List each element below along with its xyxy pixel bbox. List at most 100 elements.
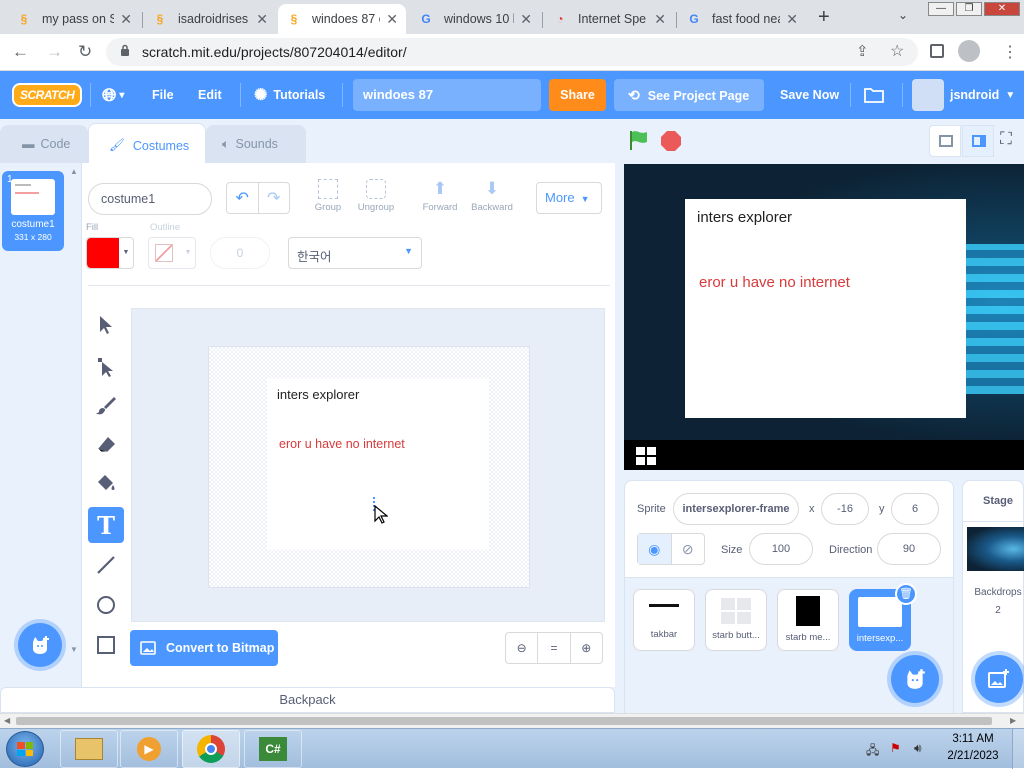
reload-icon[interactable]: ↻ [78, 42, 92, 62]
rectangle-tool[interactable] [88, 627, 124, 663]
sprite-tile[interactable]: takbar [633, 589, 695, 651]
scroll-up-arrow-icon[interactable]: ▲ [70, 167, 78, 176]
small-stage-icon[interactable] [929, 125, 961, 157]
browser-tab[interactable]: G windows 10 l ✕ [410, 4, 540, 34]
redo-icon[interactable]: ↷ [259, 183, 290, 213]
forward-button[interactable]: ⬆ Forward [418, 179, 462, 213]
scroll-left-arrow-icon[interactable]: ◀ [4, 716, 10, 725]
close-window-icon[interactable]: ✕ [984, 2, 1020, 16]
outline-width-input[interactable]: 0 [210, 237, 270, 269]
close-tab-icon[interactable]: ✕ [654, 11, 666, 28]
share-page-icon[interactable]: ⇪ [856, 42, 869, 60]
convert-to-bitmap-button[interactable]: Convert to Bitmap [130, 630, 278, 666]
account-menu[interactable]: jsndroid ▼ [912, 71, 1015, 119]
start-button-windows-icon[interactable] [6, 731, 44, 767]
see-project-page-button[interactable]: ⟲ See Project Page [614, 79, 764, 111]
undo-icon[interactable]: ↶ [227, 183, 259, 213]
paint-canvas-area[interactable]: inters explorer eror u have no internet [131, 308, 605, 622]
sprite-y-input[interactable]: 6 [891, 493, 939, 525]
file-menu[interactable]: File [152, 71, 174, 119]
clock-time[interactable]: 3:11 AM [940, 733, 1006, 745]
font-select[interactable]: 한국어 ▼ [288, 237, 422, 269]
more-menu-button[interactable]: More ▼ [536, 182, 602, 214]
horizontal-scrollbar[interactable]: ◀ ▶ [0, 713, 1024, 728]
tab-costumes[interactable]: 🖌︎ Costumes [88, 123, 206, 167]
zoom-reset-icon[interactable]: = [538, 633, 571, 663]
scroll-down-arrow-icon[interactable]: ▼ [70, 645, 78, 654]
restore-icon[interactable]: ❐ [956, 2, 982, 16]
browser-tab[interactable]: ◔ Internet Spe ✕ [544, 4, 674, 34]
stage-view[interactable]: inters explorer eror u have no internet [624, 164, 1024, 470]
fullscreen-icon[interactable]: ⛶ [1000, 129, 1012, 149]
scrollbar-thumb[interactable] [16, 717, 992, 725]
minimize-icon[interactable]: — [928, 2, 954, 16]
my-stuff-folder-icon[interactable] [864, 71, 884, 119]
share-button[interactable]: Share [549, 79, 606, 111]
sprite-tile[interactable]: starb butt... [705, 589, 767, 651]
side-panel-icon[interactable] [930, 44, 944, 58]
close-tab-icon[interactable]: ✕ [120, 11, 132, 28]
sprite-size-input[interactable]: 100 [749, 533, 813, 565]
forward-arrow-icon[interactable]: → [46, 42, 63, 62]
zoom-in-icon[interactable]: ⊕ [571, 633, 602, 663]
profile-avatar-icon[interactable] [958, 40, 980, 62]
choose-sprite-button[interactable] [891, 655, 939, 703]
tutorials-button[interactable]: ✺ Tutorials [254, 71, 325, 119]
stage-selector-panel[interactable]: Stage Backdrops 2 [962, 480, 1024, 713]
browser-tab[interactable]: § isadroidrises ✕ [144, 4, 276, 34]
normal-stage-icon[interactable] [962, 125, 994, 157]
tab-sounds[interactable]: 🔈︎ Sounds [206, 125, 306, 163]
backpack-header[interactable]: Backpack [0, 687, 615, 713]
ungroup-button[interactable]: Ungroup [354, 179, 398, 213]
choose-backdrop-button[interactable] [975, 655, 1023, 703]
close-tab-icon[interactable]: ✕ [256, 11, 268, 28]
line-tool[interactable] [88, 547, 124, 583]
browser-tab-active[interactable]: § windoes 87 o ✕ [278, 4, 406, 34]
reshape-tool[interactable] [88, 349, 124, 385]
edit-menu[interactable]: Edit [198, 71, 222, 119]
text-tool-selected[interactable]: T [88, 507, 124, 543]
browser-tab[interactable]: G fast food nea ✕ [678, 4, 806, 34]
backward-button[interactable]: ⬇ Backward [468, 179, 516, 213]
csharp-editor-icon[interactable]: C# [244, 730, 302, 768]
bookmark-star-icon[interactable]: ☆ [890, 41, 904, 61]
stop-sign-icon[interactable] [661, 131, 681, 151]
back-arrow-icon[interactable]: ← [12, 42, 29, 62]
volume-icon[interactable]: 🔊︎ [914, 741, 922, 756]
project-title-input[interactable]: windoes 87 [353, 79, 541, 111]
browser-tab[interactable]: § my pass on S ✕ [8, 4, 140, 34]
network-tray-icon[interactable]: 🖧︎ [866, 741, 879, 762]
browser-menu-icon[interactable]: ⋮ [1002, 42, 1018, 62]
brush-tool[interactable] [88, 387, 124, 423]
costume-name-input[interactable]: costume1 [88, 183, 212, 215]
green-flag-icon[interactable] [628, 129, 650, 154]
canvas-title-text[interactable]: inters explorer [277, 387, 359, 402]
tab-code[interactable]: ▬ Code [0, 125, 88, 163]
close-tab-icon[interactable]: ✕ [386, 11, 398, 28]
language-globe-icon[interactable]: 🌐︎ ▾ [102, 71, 124, 119]
sprite-direction-input[interactable]: 90 [877, 533, 941, 565]
close-tab-icon[interactable]: ✕ [786, 11, 798, 28]
scratch-logo[interactable]: SCRATCH [12, 71, 83, 119]
fill-tool[interactable] [88, 465, 124, 501]
eye-hidden-icon[interactable]: ⊘ [672, 534, 705, 564]
sprite-x-input[interactable]: -16 [821, 493, 869, 525]
costume-canvas[interactable]: inters explorer eror u have no internet [208, 346, 530, 588]
new-tab-icon[interactable]: + [818, 6, 830, 29]
sprite-name-input[interactable]: intersexplorer-frame [673, 493, 799, 525]
delete-sprite-trash-icon[interactable]: 🗑︎ [895, 583, 917, 605]
scroll-right-arrow-icon[interactable]: ▶ [1010, 716, 1016, 725]
costume-tile-selected[interactable]: 1 costume1 331 x 280 [2, 171, 64, 251]
circle-tool[interactable] [88, 587, 124, 623]
chrome-icon[interactable] [182, 730, 240, 768]
canvas-message-text[interactable]: eror u have no internet [279, 437, 405, 451]
eye-show-icon[interactable]: ◉ [638, 534, 672, 564]
action-center-flag-icon[interactable]: ⚑ [890, 741, 901, 755]
fill-color-picker[interactable]: ▼ [86, 237, 134, 269]
save-now-button[interactable]: Save Now [780, 71, 839, 119]
media-player-icon[interactable]: ▶ [120, 730, 178, 768]
url-omnibox[interactable]: scratch.mit.edu/projects/807204014/edito… [106, 38, 918, 66]
eraser-tool[interactable] [88, 427, 124, 463]
group-button[interactable]: Group [310, 179, 346, 213]
select-tool[interactable] [88, 307, 124, 343]
